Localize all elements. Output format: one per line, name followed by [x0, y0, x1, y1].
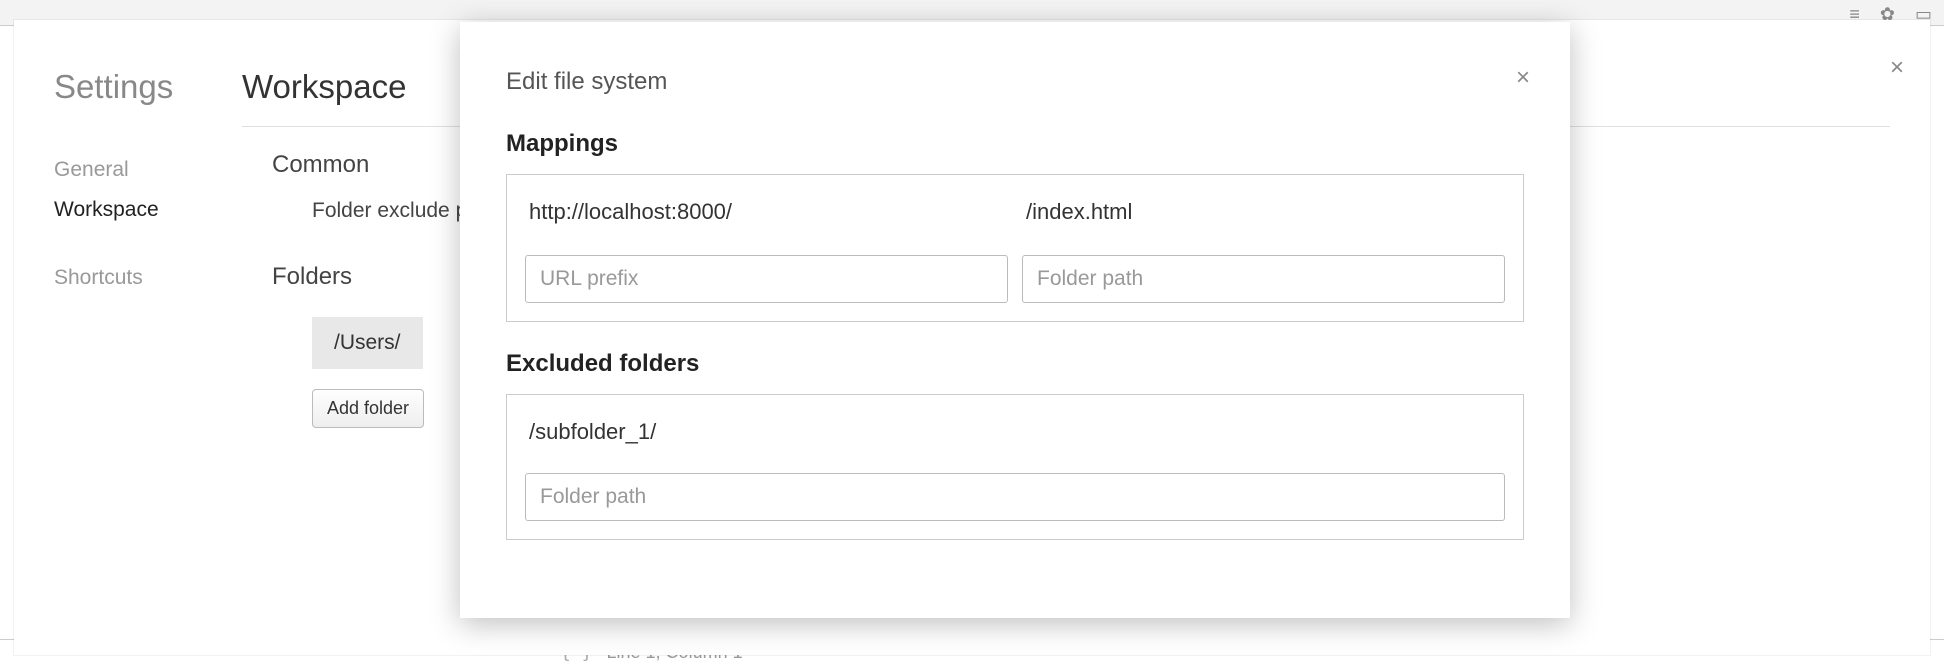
drawer-icon[interactable]: ≡ — [1849, 4, 1860, 25]
sidebar-item-workspace[interactable]: Workspace — [54, 190, 232, 230]
mappings-heading: Mappings — [506, 130, 1524, 158]
mapping-path[interactable]: /index.html — [1022, 197, 1505, 227]
excluded-row[interactable]: /subfolder_1/ — [525, 417, 1505, 473]
settings-sidebar: Settings General Workspace Shortcuts — [14, 20, 232, 655]
settings-title: Settings — [54, 68, 232, 106]
toolbar-right-icons: ≡ ✿ ▭ — [1849, 4, 1932, 25]
sidebar-item-shortcuts[interactable]: Shortcuts — [54, 258, 232, 298]
edit-filesystem-dialog: × Edit file system Mappings http://local… — [460, 22, 1570, 618]
mapping-input-row — [525, 255, 1505, 303]
mappings-panel: http://localhost:8000/ /index.html — [506, 174, 1524, 322]
excluded-input-row — [525, 473, 1505, 521]
settings-gear-icon[interactable]: ✿ — [1880, 4, 1895, 25]
mapping-row: http://localhost:8000/ /index.html — [525, 197, 1505, 227]
excluded-heading: Excluded folders — [506, 350, 1524, 378]
close-icon[interactable]: × — [1890, 56, 1904, 80]
close-icon[interactable]: × — [1516, 66, 1530, 90]
excluded-folder-input[interactable] — [525, 473, 1505, 521]
excluded-panel: /subfolder_1/ — [506, 394, 1524, 540]
dialog-title: Edit file system — [506, 68, 1524, 96]
folder-path-input[interactable] — [1022, 255, 1505, 303]
add-folder-button[interactable]: Add folder — [312, 389, 424, 428]
mapping-url[interactable]: http://localhost:8000/ — [525, 197, 1008, 227]
sidebar-item-general[interactable]: General — [54, 150, 232, 190]
url-prefix-input[interactable] — [525, 255, 1008, 303]
folder-entry[interactable]: /Users/ — [312, 317, 423, 369]
dock-icon[interactable]: ▭ — [1915, 4, 1932, 25]
